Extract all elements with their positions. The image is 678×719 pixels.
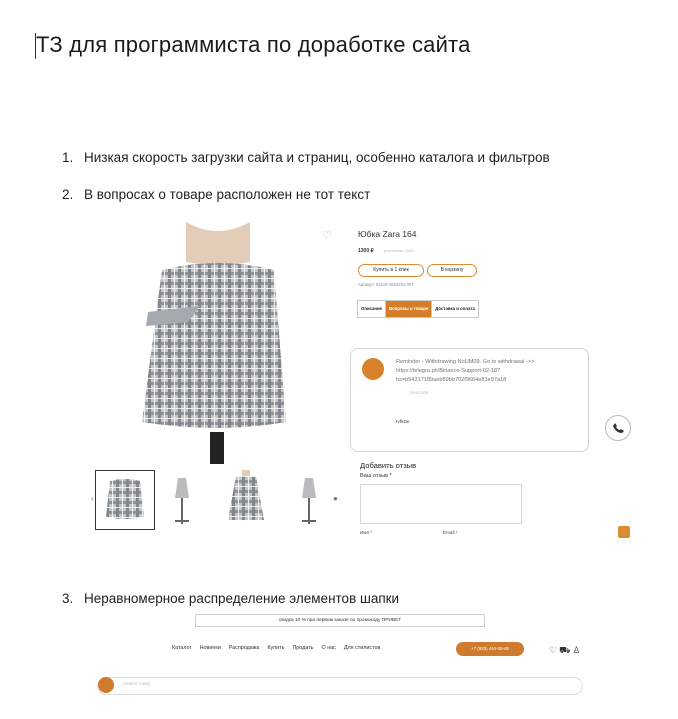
list-number: 3.: [62, 591, 74, 606]
chevron-left-icon[interactable]: ‹: [91, 494, 94, 503]
product-price: 1300 ₽: [358, 248, 374, 254]
search-icon[interactable]: [98, 677, 114, 693]
heart-icon[interactable]: ♡: [322, 229, 332, 242]
list-text: Неравномерное распределение элементов ша…: [84, 591, 400, 606]
nav-item-new[interactable]: Новинки: [200, 645, 221, 651]
list-number: 1.: [62, 150, 74, 165]
avatar: [362, 358, 384, 380]
list-text: Низкая скорость загрузки сайта и страниц…: [84, 150, 550, 165]
nav-item-catalog[interactable]: Каталог: [172, 645, 192, 651]
product-tabs: Описание Вопросы о товаре Доставка и опл…: [357, 300, 479, 318]
nav-item-buy[interactable]: Купить: [267, 645, 284, 651]
tab-delivery[interactable]: Доставка и оплата: [432, 301, 478, 317]
question-date: 19.02.2025: [410, 391, 428, 395]
review-heading: Добавить отзыв: [360, 461, 417, 470]
tab-description[interactable]: Описание: [358, 301, 387, 317]
heart-icon[interactable]: ♡: [549, 645, 559, 655]
promo-banner: скидка 10 % при первом заказе по промоко…: [195, 614, 485, 627]
phone-button[interactable]: +7 (925) 444-06-48: [456, 642, 524, 656]
thumbnail[interactable]: [295, 470, 323, 528]
search-placeholder: Найти товар: [124, 681, 150, 686]
nav-item-about[interactable]: О нас: [322, 645, 336, 651]
review-textarea[interactable]: [360, 484, 522, 524]
nav-item-sell[interactable]: Продать: [292, 645, 313, 651]
list-item: 1. Низкая скорость загрузки сайта и стран…: [62, 150, 550, 165]
add-to-cart-button[interactable]: В корзину: [427, 264, 477, 277]
skirt-main-image: [142, 222, 286, 464]
search-input[interactable]: [97, 677, 583, 695]
email-field-label: Email *: [443, 530, 458, 535]
question-user: tvfkDe: [396, 420, 410, 425]
tab-questions[interactable]: Вопросы о товаре: [386, 301, 433, 317]
review-label: Ваш отзыв *: [360, 473, 392, 479]
product-old-price: розничная 2800: [384, 248, 414, 253]
header-nav: Каталог Новинки Распродажа Купить Продат…: [172, 645, 380, 651]
send-review-button[interactable]: [618, 526, 630, 538]
nav-item-sale[interactable]: Распродажа: [229, 645, 260, 651]
document-title: ТЗ для программиста по доработке сайта: [36, 32, 471, 57]
user-icon[interactable]: ♙: [572, 645, 582, 655]
thumbnail[interactable]: [222, 470, 270, 528]
nav-item-stylists[interactable]: Для стилистов: [344, 645, 381, 651]
name-field-label: Имя *: [360, 530, 373, 535]
list-item: 2. В вопросах о товаре расположен не тот …: [62, 187, 370, 202]
thumbnail[interactable]: [168, 470, 196, 528]
chevron-right-icon[interactable]: ●: [333, 494, 338, 503]
question-text: Reminder - Withdrawing NoUM09. Go to wit…: [396, 359, 535, 383]
thumbnail[interactable]: [95, 470, 155, 530]
buy-one-click-button[interactable]: Купить в 1 клик: [358, 264, 424, 277]
phone-icon[interactable]: [605, 415, 631, 441]
header-icons: ♡⛟♙: [549, 645, 582, 657]
list-number: 2.: [62, 187, 74, 202]
list-text: В вопросах о товаре расположен не тот те…: [84, 187, 371, 202]
list-item: 3. Неравномерное распределение элементов …: [62, 591, 399, 606]
product-title: Юбка Zara 164: [358, 229, 417, 239]
product-sku: Артикул: 91518-2502251-007: [358, 282, 414, 287]
cart-icon[interactable]: ⛟: [559, 645, 572, 655]
